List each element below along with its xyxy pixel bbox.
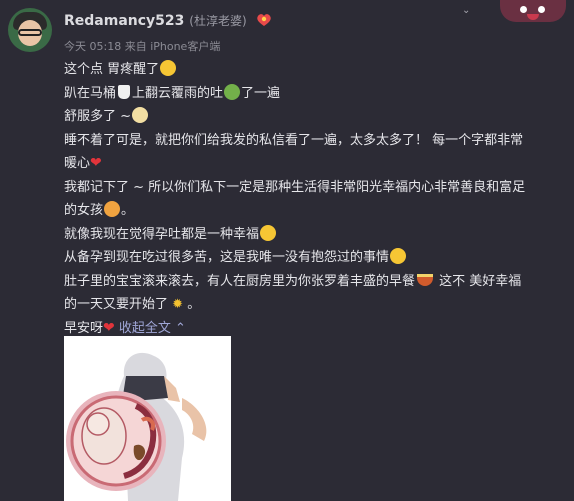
laughing-cry-emoji-icon (260, 224, 277, 241)
username-link[interactable]: Redamancy523 (64, 13, 184, 29)
chevron-down-icon[interactable]: ⌄ (462, 5, 470, 16)
sun-emoji-icon: ✹ (172, 297, 184, 312)
post-time: 今天 05:18 (64, 40, 122, 53)
post-line: 我都记下了 ~ 所以你们私下一定是那种生活得非常阳光幸福内心非常善良和富足 (64, 179, 526, 195)
post-line: 睡不着了可是，就把你们给我发的私信看了一遍，太多太多了！ 每一个字都非常 (64, 132, 524, 148)
thinking-emoji-icon (390, 248, 407, 264)
laughing-cry-emoji-icon (160, 60, 177, 76)
user-remark: (杜淳老婆) (189, 14, 247, 28)
post-source[interactable]: 来自 iPhone客户端 (125, 40, 221, 53)
username-row: Redamancy523 (杜淳老婆) (64, 12, 272, 29)
girl-emoji-icon (104, 201, 121, 217)
post-line: 暖心❤ (64, 155, 102, 171)
relieved-emoji-icon (132, 107, 149, 123)
chevron-up-icon[interactable]: ⌃ (175, 321, 186, 336)
post-line: 肚子里的宝宝滚来滚去，有人在厨房里为你张罗着丰盛的早餐 这不 美好幸福 (64, 273, 522, 289)
pregnancy-illustration (64, 336, 231, 501)
post-line: 这个点 胃疼醒了 (64, 58, 570, 82)
decoration-eye (538, 6, 545, 13)
post-line: 舒服多了 ~ (64, 105, 570, 129)
food-bowl-emoji-icon (417, 273, 434, 286)
post-body: 这个点 胃疼醒了 趴在马桶 上翻云覆雨的吐 了一遍 舒服多了 ~ 睡不着了可是，就把… (64, 58, 570, 340)
toilet-emoji-icon (118, 84, 131, 99)
post-line: 的一天又要开始了 ✹ 。 (64, 297, 201, 312)
user-avatar[interactable] (8, 8, 52, 52)
post-line: 的女孩。 (64, 201, 135, 218)
post-line: 就像我现在觉得孕吐都是一种幸福 (64, 223, 570, 247)
vip-badge-icon (256, 14, 271, 26)
decoration-eye (520, 6, 527, 13)
collapse-text-link[interactable]: 收起全文 (119, 321, 171, 336)
heart-icon: ❤ (90, 155, 102, 171)
card-decoration (500, 0, 566, 22)
post-meta: 今天 05:18 来自 iPhone客户端 (64, 38, 220, 54)
post-image[interactable] (64, 336, 231, 501)
vomit-emoji-icon (224, 83, 241, 100)
heart-icon: ❤ (103, 319, 115, 336)
decoration-mouth (527, 14, 539, 20)
post-line: 从备孕到现在吃过很多苦，这是我唯一没有抱怨过的事情 (64, 246, 570, 270)
post-line: 趴在马桶 上翻云覆雨的吐 了一遍 (64, 83, 281, 101)
